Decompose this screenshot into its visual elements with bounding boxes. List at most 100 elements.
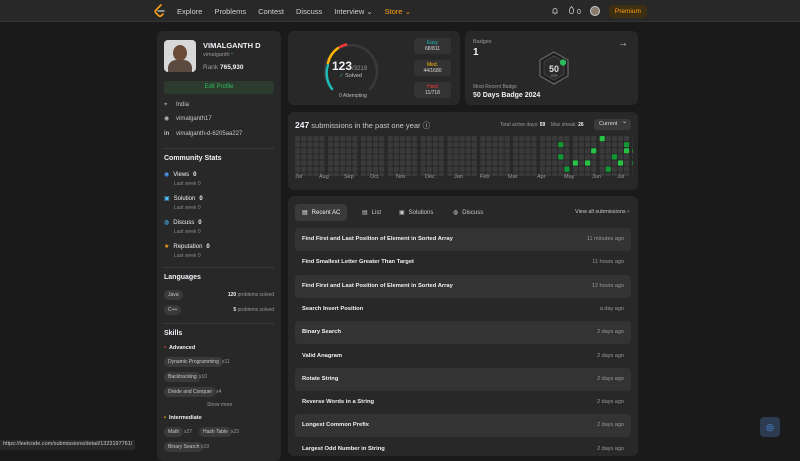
heatmap-cell[interactable] [504, 166, 510, 172]
heatmap-cell[interactable] [307, 154, 313, 160]
heatmap-cell[interactable] [373, 160, 379, 166]
heatmap-cell[interactable] [498, 142, 504, 148]
heatmap-cell[interactable] [531, 160, 537, 166]
skill-tag[interactable]: Binary Search [164, 442, 204, 452]
heatmap-cell[interactable] [447, 166, 453, 172]
heatmap-cell[interactable] [412, 166, 418, 172]
heatmap-cell[interactable] [611, 166, 617, 172]
submission-row[interactable]: Valid Anagram 2 days ago [295, 345, 631, 368]
heatmap-cell[interactable] [525, 136, 531, 142]
heatmap-cell[interactable] [346, 142, 352, 148]
heatmap-cell[interactable] [301, 166, 307, 172]
heatmap-cell[interactable] [578, 172, 585, 176]
heatmap-cell[interactable] [531, 148, 537, 154]
tab-list[interactable]: ▤ List [355, 204, 388, 221]
heatmap-cell[interactable] [471, 160, 477, 166]
heatmap-cell[interactable] [585, 166, 591, 172]
submission-row[interactable]: Largest Odd Number in String 2 days ago [295, 438, 631, 461]
heatmap-cell[interactable] [313, 166, 319, 172]
heatmap-cell[interactable] [420, 136, 426, 142]
submission-row[interactable]: Find First and Last Position of Element … [295, 274, 631, 298]
heatmap-cell[interactable] [513, 160, 519, 166]
heatmap-cell[interactable] [447, 142, 453, 148]
heatmap-cell[interactable] [519, 166, 525, 172]
heatmap-cell[interactable] [426, 160, 432, 166]
heatmap-cell[interactable] [438, 154, 444, 160]
heatmap-cell[interactable] [432, 148, 438, 154]
heatmap-cell[interactable] [558, 160, 564, 166]
nav-explore[interactable]: Explore [177, 7, 202, 16]
heatmap-cell[interactable] [486, 136, 492, 142]
skill-tag[interactable]: Math [164, 427, 184, 437]
heatmap-cell[interactable] [599, 166, 605, 172]
heatmap-cell[interactable] [624, 154, 630, 160]
heatmap-cell[interactable] [453, 154, 459, 160]
heatmap-cell[interactable] [327, 160, 334, 166]
heatmap-cell[interactable] [552, 166, 558, 172]
heatmap-cell[interactable] [387, 160, 393, 166]
heatmap-cell[interactable] [399, 148, 405, 154]
heatmap-cell[interactable] [486, 154, 492, 160]
heatmap-cell[interactable] [480, 166, 486, 172]
heatmap-cell[interactable] [624, 142, 630, 148]
heatmap-cell[interactable] [412, 142, 418, 148]
heatmap-cell[interactable] [459, 136, 465, 142]
heatmap-cell[interactable] [632, 160, 634, 166]
heatmap-cell[interactable] [405, 172, 412, 176]
heatmap-cell[interactable] [519, 154, 525, 160]
heatmap-cell[interactable] [572, 142, 578, 148]
heatmap-cell[interactable] [438, 166, 444, 172]
heatmap-cell[interactable] [447, 160, 453, 166]
heatmap-cell[interactable] [572, 148, 578, 154]
heatmap-cell[interactable] [393, 154, 399, 160]
heatmap-cell[interactable] [546, 136, 552, 142]
heatmap-cell[interactable] [539, 154, 546, 160]
heatmap-cell[interactable] [420, 142, 426, 148]
heatmap-cell[interactable] [465, 148, 471, 154]
heatmap-cell[interactable] [578, 154, 585, 160]
heatmap-cell[interactable] [307, 148, 313, 154]
heatmap-cell[interactable] [340, 142, 346, 148]
heatmap-cell[interactable] [453, 160, 459, 166]
heatmap-cell[interactable] [486, 148, 492, 154]
heatmap-cell[interactable] [379, 166, 385, 172]
heatmap-cell[interactable] [611, 154, 617, 160]
heatmap-cell[interactable] [564, 154, 570, 160]
heatmap-cell[interactable] [340, 160, 346, 166]
heatmap-cell[interactable] [438, 148, 444, 154]
heatmap-cell[interactable] [420, 148, 426, 154]
heatmap-cell[interactable] [498, 136, 504, 142]
tab-discuss[interactable]: ◍ Discuss [446, 204, 490, 221]
heatmap-cell[interactable] [459, 166, 465, 172]
submission-row[interactable]: Reverse Words in a String 2 days ago [295, 391, 631, 414]
heatmap-cell[interactable] [379, 160, 385, 166]
heatmap-cell[interactable] [486, 166, 492, 172]
heatmap-cell[interactable] [426, 136, 432, 142]
heatmap-cell[interactable] [307, 142, 313, 148]
heatmap-cell[interactable] [405, 166, 412, 172]
heatmap-cell[interactable] [426, 154, 432, 160]
submission-row[interactable]: Find Smallest Letter Greater Than Target… [295, 251, 631, 274]
heatmap-cell[interactable] [546, 142, 552, 148]
heatmap-cell[interactable] [572, 166, 578, 172]
heatmap-cell[interactable] [471, 142, 477, 148]
heatmap-cell[interactable] [471, 172, 477, 176]
heatmap-cell[interactable] [617, 154, 624, 160]
feedback-chat-button[interactable]: ◎ [760, 417, 780, 437]
heatmap-cell[interactable] [578, 136, 585, 142]
heatmap-cell[interactable] [366, 160, 373, 166]
heatmap-cell[interactable] [558, 172, 564, 176]
heatmap-cell[interactable] [531, 154, 537, 160]
heatmap-cell[interactable] [346, 136, 352, 142]
heatmap-cell[interactable] [578, 160, 585, 166]
heatmap-cell[interactable] [519, 148, 525, 154]
heatmap-cell[interactable] [531, 136, 537, 142]
heatmap-cell[interactable] [393, 142, 399, 148]
heatmap-cell[interactable] [531, 142, 537, 148]
heatmap-cell[interactable] [334, 154, 340, 160]
heatmap-cell[interactable] [578, 142, 585, 148]
heatmap-cell[interactable] [546, 166, 552, 172]
heatmap-cell[interactable] [504, 142, 510, 148]
heatmap-cell[interactable] [504, 160, 510, 166]
heatmap-cell[interactable] [632, 172, 634, 176]
